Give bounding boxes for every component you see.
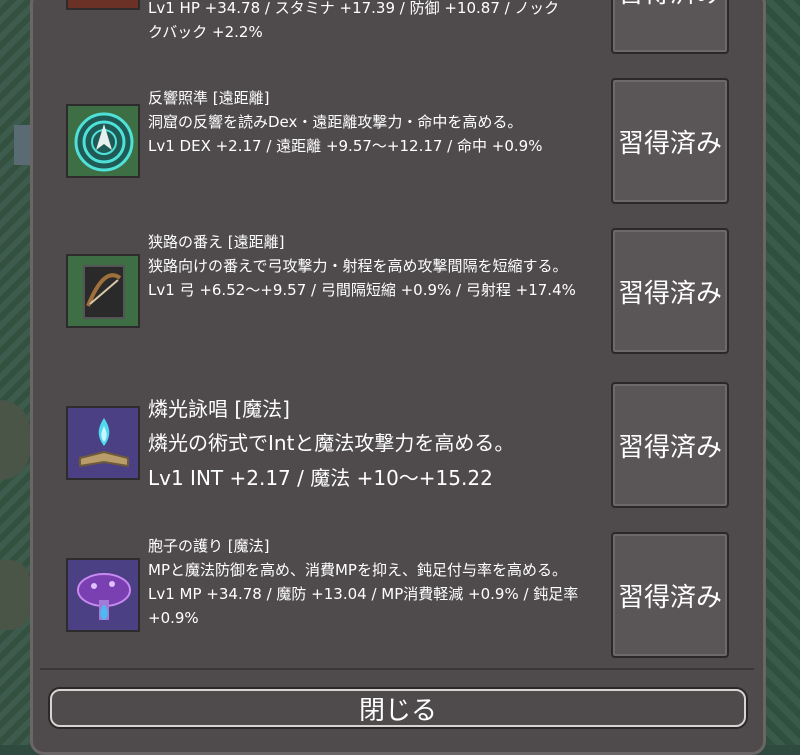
skill-name: 反響照準 [遠距離]: [148, 89, 270, 107]
skill-description: 洞窟の反響を読みDex・遠距離攻撃力・命中を高める。: [148, 113, 523, 131]
learned-button[interactable]: 習得済み: [611, 382, 729, 508]
skill-item: 胞子の護り [魔法] MPと魔法防御を高め、消費MPを抑え、鈍足付与率を高める。…: [58, 532, 734, 664]
close-button[interactable]: 閉じる: [50, 689, 746, 727]
skill-stats: Lv1 DEX +2.17 / 遠距離 +9.57～+12.17 / 命中 +0…: [148, 137, 543, 155]
skill-stats: Lv1 HP +34.78 / スタミナ +17.39 / 防御 +10.87 …: [148, 0, 560, 17]
skill-name: 狭路の番え [遠距離]: [148, 233, 285, 251]
skill-description: 燐光の術式でIntと魔法攻撃力を高める。: [148, 431, 515, 455]
skill-name: 燐光詠唱 [魔法]: [148, 397, 290, 421]
learned-button[interactable]: 習得済み: [611, 78, 729, 204]
learned-button[interactable]: 習得済み: [611, 0, 729, 54]
skill-stats-continued: クバック +2.2%: [148, 23, 263, 41]
skill-item: 燐光詠唱 [魔法] 燐光の術式でIntと魔法攻撃力を高める。 Lv1 INT +…: [58, 382, 734, 512]
skill-name: 胞子の護り [魔法]: [148, 537, 270, 555]
crossbow-icon: [66, 254, 140, 328]
learned-button[interactable]: 習得済み: [611, 228, 729, 354]
shield-emblem-icon: [66, 0, 140, 10]
skill-stats: Lv1 INT +2.17 / 魔法 +10～+15.22: [148, 466, 493, 490]
skill-item: Lv1 HP +34.78 / スタミナ +17.39 / 防御 +10.87 …: [58, 0, 734, 54]
skill-stats: Lv1 MP +34.78 / 魔防 +13.04 / MP消費軽減 +0.9%…: [148, 585, 579, 627]
echo-target-icon: [66, 104, 140, 178]
background-stone: [0, 560, 30, 630]
skill-stats: Lv1 弓 +6.52～+9.57 / 弓間隔短縮 +0.9% / 弓射程 +1…: [148, 281, 576, 299]
skill-description: 狭路向けの番えで弓攻撃力・射程を高め攻撃間隔を短縮する。: [148, 257, 568, 275]
spellbook-flame-icon: [66, 406, 140, 480]
learned-button[interactable]: 習得済み: [611, 532, 729, 658]
mushroom-icon: [66, 558, 140, 632]
skill-item: 狭路の番え [遠距離] 狭路向けの番えで弓攻撃力・射程を高め攻撃間隔を短縮する。…: [58, 228, 734, 360]
skill-description: MPと魔法防御を高め、消費MPを抑え、鈍足付与率を高める。: [148, 561, 567, 579]
skill-item: 反響照準 [遠距離] 洞窟の反響を読みDex・遠距離攻撃力・命中を高める。 Lv…: [58, 78, 734, 208]
